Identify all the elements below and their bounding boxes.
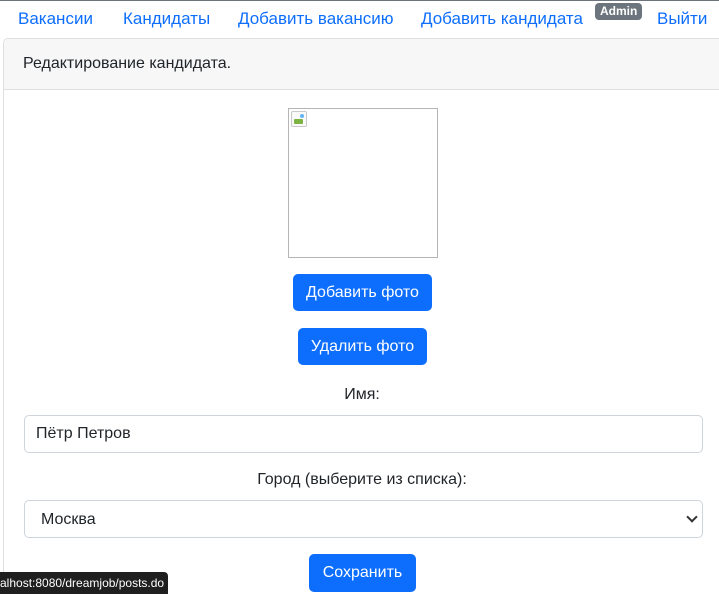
chevron-down-icon <box>686 511 698 523</box>
city-label: Город (выберите из списка): <box>257 471 467 488</box>
user-badge: Admin <box>595 3 643 20</box>
city-select[interactable]: Москва <box>24 500 703 538</box>
name-label: Имя: <box>344 386 380 403</box>
card-header: Редактирование кандидата. <box>4 39 719 90</box>
status-bar-url: alhost:8080/dreamjob/posts.do <box>0 572 169 594</box>
save-button[interactable]: Сохранить <box>309 554 416 592</box>
name-input[interactable]: Пётр Петров <box>24 415 703 453</box>
navbar: Вакансии Кандидаты Добавить вакансию Доб… <box>0 0 719 38</box>
nav-link-logout[interactable]: Выйти <box>657 9 707 29</box>
add-photo-button[interactable]: Добавить фото <box>293 274 432 311</box>
name-input-value: Пётр Петров <box>36 425 131 442</box>
nav-link-add-vacancy[interactable]: Добавить вакансию <box>238 9 394 29</box>
nav-link-candidates[interactable]: Кандидаты <box>123 9 210 29</box>
broken-image-icon <box>291 111 307 127</box>
delete-photo-button[interactable]: Удалить фото <box>298 328 427 365</box>
nav-link-add-candidate[interactable]: Добавить кандидата <box>421 9 583 29</box>
candidate-photo <box>288 108 438 258</box>
city-select-value: Москва <box>41 511 96 528</box>
nav-link-vacancies[interactable]: Вакансии <box>18 9 93 29</box>
